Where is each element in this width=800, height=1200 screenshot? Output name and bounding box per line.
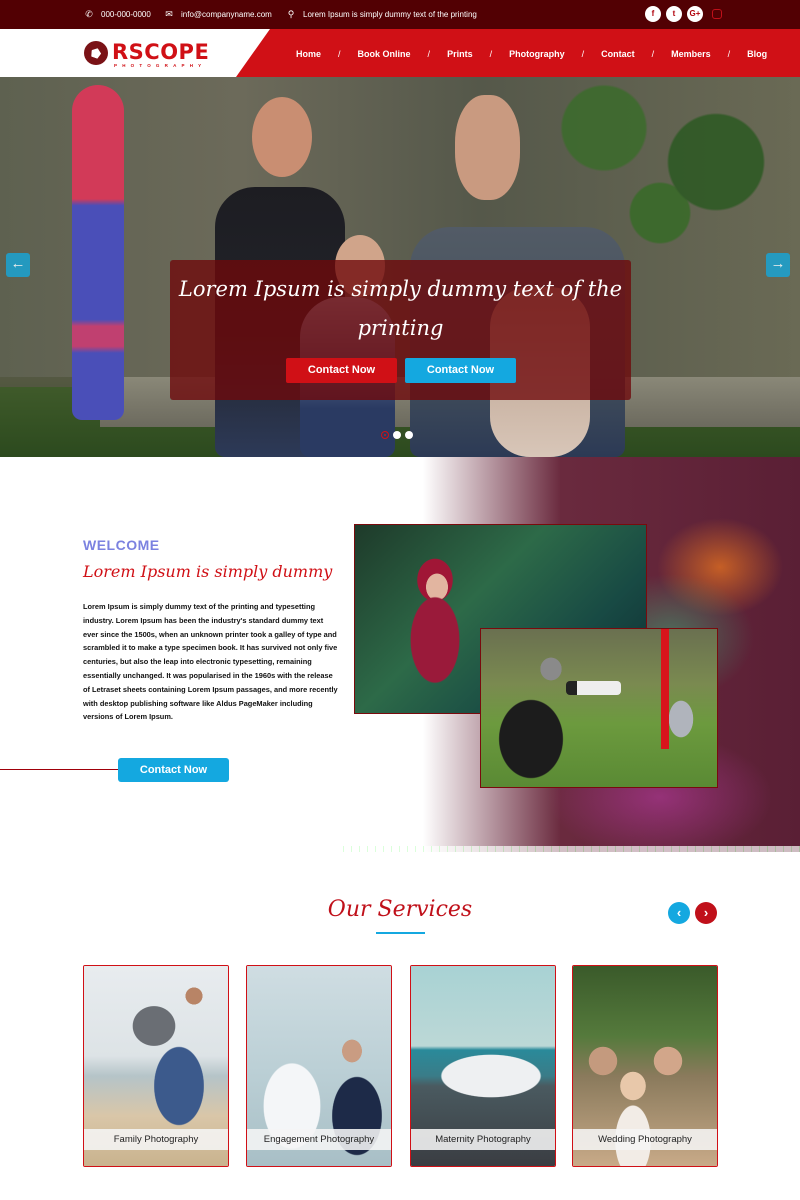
services-title-underline — [376, 932, 425, 934]
facebook-icon[interactable]: f — [645, 6, 661, 22]
email-address: info@companyname.com — [181, 9, 272, 19]
hero-person-man-head — [455, 95, 520, 200]
hero-title: Lorem Ipsum is simply dummy text of the … — [178, 277, 623, 340]
nav-prints[interactable]: Prints — [447, 49, 473, 59]
service-card-maternity[interactable]: Maternity Photography — [410, 965, 556, 1167]
nav-separator: / — [338, 49, 341, 59]
nav-members[interactable]: Members — [671, 49, 711, 59]
slider-next-button[interactable]: → — [766, 253, 790, 277]
hero-slider: ← → Lorem Ipsum is simply dummy text of … — [0, 77, 800, 457]
main-nav: Home / Book Online / Prints / Photograph… — [296, 49, 767, 59]
service-card-label: Maternity Photography — [411, 1129, 555, 1150]
logo-text: RSCOPE — [112, 40, 210, 64]
slider-pagination — [381, 431, 413, 439]
address-text: Lorem Ipsum is simply dummy text of the … — [303, 9, 477, 19]
service-card-label: Engagement Photography — [247, 1129, 391, 1150]
welcome-title: Lorem Ipsum is simply dummy — [83, 562, 333, 581]
map-pin-icon: ⚲ — [287, 9, 295, 19]
slider-dot-3[interactable] — [405, 431, 413, 439]
instagram-icon[interactable] — [712, 9, 722, 19]
welcome-photo-photographer — [480, 628, 718, 788]
nav-separator: / — [489, 49, 493, 59]
email-contact[interactable]: ✉ info@companyname.com — [164, 9, 272, 19]
google-plus-icon[interactable]: G+ — [687, 6, 703, 22]
social-links: f t G+ — [645, 6, 722, 22]
hero-person-woman-head — [252, 97, 312, 177]
hero-caption-box: Lorem Ipsum is simply dummy text of the … — [170, 260, 631, 400]
service-card-label: Family Photography — [84, 1129, 228, 1150]
phone-contact[interactable]: ✆ 000-000-0000 — [84, 9, 151, 19]
twitter-icon[interactable]: t — [666, 6, 682, 22]
services-prev-button[interactable]: ‹ — [668, 902, 690, 924]
welcome-label: WELCOME — [83, 537, 160, 553]
nav-contact[interactable]: Contact — [601, 49, 635, 59]
services-next-button[interactable]: › — [695, 902, 717, 924]
hero-foliage — [520, 77, 800, 247]
nav-blog[interactable]: Blog — [747, 49, 767, 59]
slider-dot-2[interactable] — [393, 431, 401, 439]
main-header: RSCOPE PHOTOGRAPHY Home / Book Online / … — [0, 29, 800, 77]
phone-number: 000-000-0000 — [101, 9, 151, 19]
service-card-wedding[interactable]: Wedding Photography — [572, 965, 718, 1167]
nav-separator: / — [727, 49, 731, 59]
hero-contact-button-primary[interactable]: Contact Now — [286, 358, 397, 383]
envelope-icon: ✉ — [165, 9, 173, 19]
slider-prev-button[interactable]: ← — [6, 253, 30, 277]
address-contact: ⚲ Lorem Ipsum is simply dummy text of th… — [286, 9, 477, 19]
services-cards: Family Photography Engagement Photograph… — [83, 965, 719, 1167]
nav-separator: / — [581, 49, 585, 59]
hero-contact-button-secondary[interactable]: Contact Now — [405, 358, 516, 383]
nav-home[interactable]: Home — [296, 49, 321, 59]
aperture-logo-icon — [84, 41, 108, 65]
logo[interactable]: RSCOPE PHOTOGRAPHY — [0, 29, 270, 77]
phone-icon: ✆ — [85, 9, 93, 19]
service-card-family[interactable]: Family Photography — [83, 965, 229, 1167]
nav-separator: / — [651, 49, 655, 59]
welcome-body-text: Lorem Ipsum is simply dummy text of the … — [83, 602, 338, 722]
service-card-engagement[interactable]: Engagement Photography — [246, 965, 392, 1167]
hero-surfboard — [72, 85, 124, 420]
service-card-label: Wedding Photography — [573, 1129, 717, 1150]
slider-dot-1[interactable] — [381, 431, 389, 439]
nav-photography[interactable]: Photography — [509, 49, 565, 59]
logo-subtext: PHOTOGRAPHY — [114, 63, 207, 68]
nav-book-online[interactable]: Book Online — [358, 49, 411, 59]
top-info-bar: ✆ 000-000-0000 ✉ info@companyname.com ⚲ … — [0, 0, 800, 29]
welcome-contact-button[interactable]: Contact Now — [118, 758, 229, 782]
welcome-divider-line — [0, 769, 118, 770]
nav-separator: / — [427, 49, 431, 59]
